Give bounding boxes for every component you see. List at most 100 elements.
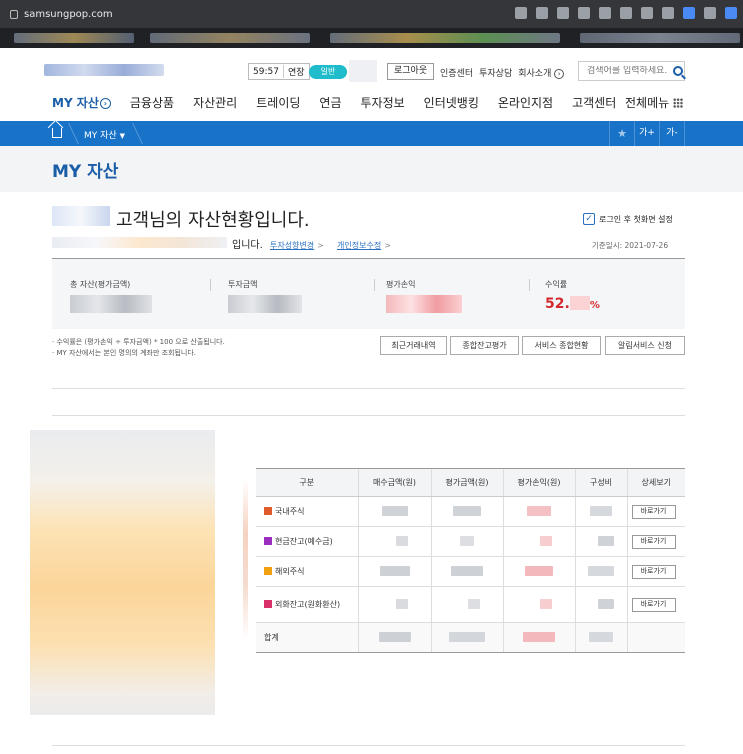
- customer-name-blur: [52, 206, 110, 226]
- logout-button[interactable]: 로그아웃: [387, 63, 435, 80]
- favorite-button[interactable]: ★: [609, 121, 634, 146]
- col-ratio: 구성비: [574, 468, 627, 497]
- checkmark-icon[interactable]: ✓: [583, 213, 595, 225]
- summary-pnl: 평가손익: [386, 259, 516, 330]
- extension-icon[interactable]: [683, 7, 695, 19]
- detail-button[interactable]: 바로가기: [631, 504, 676, 519]
- bookmark-blur[interactable]: [330, 33, 560, 43]
- mode-blur: [349, 60, 377, 82]
- address-bar[interactable]: samsungpop.com: [10, 9, 113, 20]
- timer-value: 59:57: [253, 66, 279, 77]
- legend-swatch: [264, 567, 272, 575]
- col-buy-amount: 매수금액(원): [357, 468, 431, 497]
- detail-button[interactable]: 바로가기: [631, 534, 676, 549]
- bookmark-blur[interactable]: [580, 33, 740, 43]
- bookmark-blur[interactable]: [150, 33, 310, 43]
- full-menu-button[interactable]: 전체메뉴: [625, 94, 684, 111]
- asset-composition-chart: [30, 430, 215, 715]
- nav-item-invest-info[interactable]: 투자정보: [361, 94, 405, 111]
- summary-rate: 수익률 52.%: [545, 259, 675, 330]
- summary-total-value: [70, 295, 152, 313]
- detail-button[interactable]: 바로가기: [631, 597, 676, 612]
- recent-transactions-button[interactable]: 최근거래내역: [380, 336, 447, 355]
- chevron-right-icon: ›: [554, 69, 565, 79]
- col-eval-pnl: 평가손익(원): [502, 468, 575, 497]
- balance-eval-button[interactable]: 종합잔고평가: [450, 336, 519, 355]
- breadcrumb-current[interactable]: MY 자산 ▼: [84, 128, 125, 141]
- extension-icon[interactable]: [704, 7, 716, 19]
- summary-invest: 투자금액: [228, 259, 378, 330]
- service-status-button[interactable]: 서비스 종합현황: [522, 336, 601, 355]
- invest-profile-link[interactable]: 투자성향변경: [270, 241, 314, 250]
- util-link-consult[interactable]: 투자상담: [479, 66, 512, 79]
- extend-button[interactable]: 연장: [282, 65, 309, 78]
- summary-rate-value: 52.%: [545, 296, 600, 312]
- note-own-accounts: · MY 자산에서는 본인 명의의 계좌만 조회됩니다.: [52, 349, 197, 357]
- search-input[interactable]: [587, 66, 671, 76]
- note-rate-formula: · 수익률은 (평가손익 ÷ 투자금액) * 100 으로 산출됩니다.: [52, 338, 225, 346]
- check-icon[interactable]: [725, 7, 737, 19]
- col-detail: 상세보기: [626, 468, 685, 497]
- global-nav: MY 자산 › 금융상품 자산관리 트레이딩 연금 투자정보 인터넷뱅킹 온라인지…: [52, 94, 635, 111]
- search-icon[interactable]: [673, 66, 683, 76]
- login-default-checkbox[interactable]: ✓ 로그인 후 첫화면 설정: [583, 213, 673, 225]
- legend-swatch: [264, 507, 272, 515]
- detail-button[interactable]: 바로가기: [631, 564, 676, 579]
- divider: [529, 279, 530, 291]
- browser-toolbar: samsungpop.com: [0, 0, 743, 28]
- bookmark-blur[interactable]: [14, 33, 134, 43]
- util-link-company[interactable]: 회사소개 ›: [518, 66, 565, 79]
- greeting-text: 고객님의 자산현황입니다.: [116, 210, 310, 231]
- nav-item-asset-mgmt[interactable]: 자산관리: [193, 94, 237, 111]
- caret-down-icon: ▼: [119, 132, 125, 140]
- nav-item-customer-center[interactable]: 고객센터: [572, 94, 616, 111]
- table-total-row: 합계: [256, 622, 685, 653]
- divider: [52, 388, 685, 389]
- summary-notes: · 수익률은 (평가손익 ÷ 투자금액) * 100 으로 산출됩니다. · M…: [52, 337, 225, 359]
- font-increase-button[interactable]: 가+: [634, 121, 659, 146]
- mode-toggle[interactable]: 일반: [309, 65, 347, 79]
- bookmarks-bar: [0, 28, 743, 48]
- util-link-cert[interactable]: 인증센터: [440, 66, 473, 79]
- extension-icon[interactable]: [515, 7, 527, 19]
- extension-icon[interactable]: [620, 7, 632, 19]
- nav-item-products[interactable]: 금융상품: [130, 94, 174, 111]
- alert-service-button[interactable]: 알림서비스 신청: [605, 336, 685, 355]
- row-category: 국내주식: [256, 496, 358, 527]
- extension-icon[interactable]: [662, 7, 674, 19]
- extension-icons: [515, 7, 737, 19]
- summary-pnl-value: [386, 295, 462, 313]
- chart-edge: [243, 480, 248, 640]
- location-bar: MY 자산 ▼ ★ 가+ 가-: [0, 121, 743, 146]
- extension-icon[interactable]: [578, 7, 590, 19]
- table-row: 국내주식 바로가기: [256, 496, 685, 527]
- nav-item-online-branch[interactable]: 온라인지점: [498, 94, 553, 111]
- nav-item-trading[interactable]: 트레이딩: [256, 94, 300, 111]
- nav-item-pension[interactable]: 연금: [319, 94, 341, 111]
- summary-rate-label: 수익률: [545, 280, 568, 289]
- divider: [210, 279, 211, 291]
- page-title: MY 자산: [52, 162, 119, 182]
- extension-icon[interactable]: [599, 7, 611, 19]
- nav-item-my-assets[interactable]: MY 자산 ›: [52, 94, 111, 111]
- summary-total-label: 총 자산(평가금액): [70, 280, 131, 289]
- site-header: 59:57 연장 일반 로그아웃 인증센터 투자상담 회사소개 › MY 자산›…: [0, 48, 743, 120]
- personal-info-link[interactable]: 개인정보수정: [337, 241, 381, 250]
- legend-swatch: [264, 537, 272, 545]
- row-category: 현금잔고(예수금): [256, 526, 358, 557]
- search-box: [578, 61, 685, 81]
- nav-item-banking[interactable]: 인터넷뱅킹: [424, 94, 479, 111]
- star-icon[interactable]: [557, 7, 569, 19]
- col-eval-amount: 평가금액(원): [430, 468, 503, 497]
- site-logo[interactable]: [44, 64, 164, 76]
- table-row: 해외주식 바로가기: [256, 556, 685, 587]
- extension-icon[interactable]: [641, 7, 653, 19]
- key-icon[interactable]: [536, 7, 548, 19]
- row-category: 해외주식: [256, 556, 358, 587]
- divider: [52, 415, 685, 416]
- page-title-band: MY 자산: [0, 146, 743, 192]
- summary-invest-value: [228, 295, 302, 313]
- divider: [374, 279, 375, 291]
- url-text: samsungpop.com: [24, 8, 113, 20]
- font-decrease-button[interactable]: 가-: [659, 121, 685, 146]
